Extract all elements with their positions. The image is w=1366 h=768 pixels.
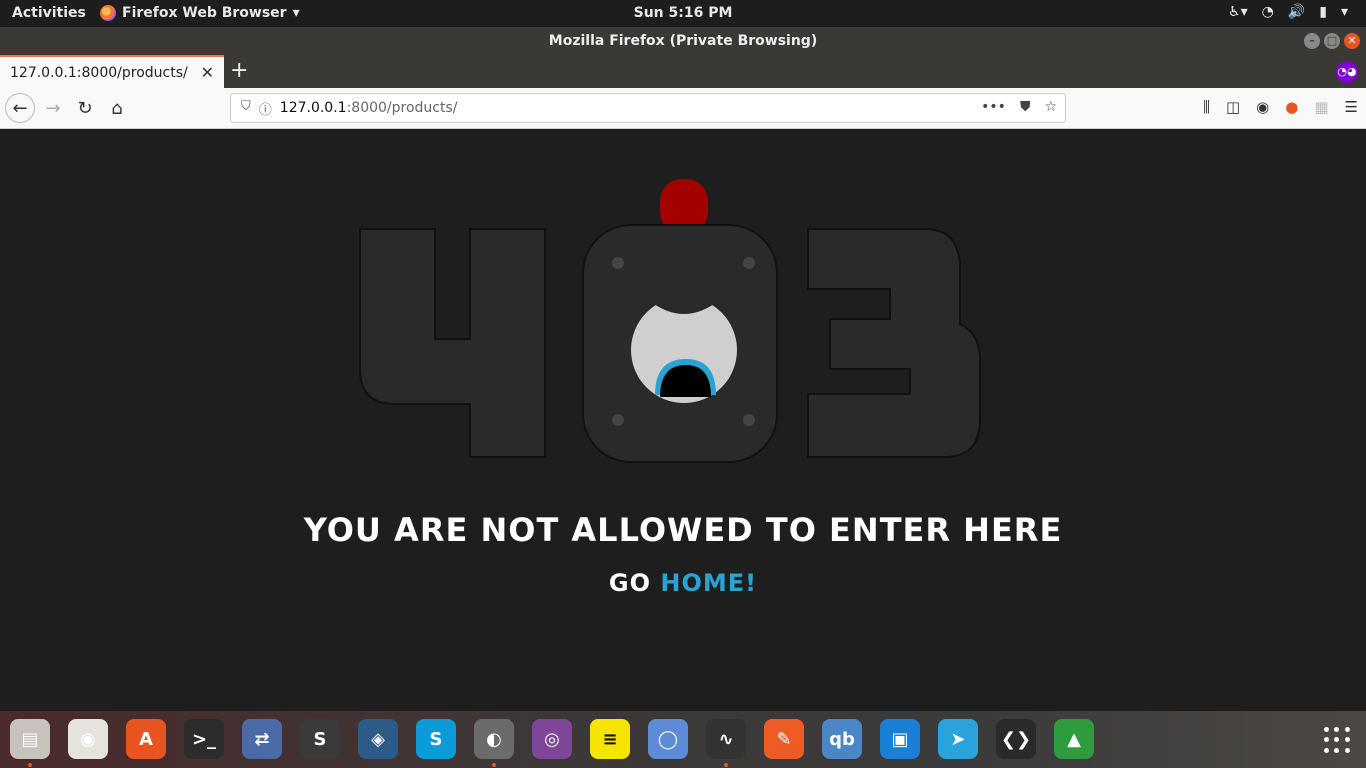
accessibility-icon[interactable]: ♿▾: [1228, 4, 1248, 20]
digit-three: [807, 228, 981, 458]
dock-rocket-icon[interactable]: ▲: [1054, 719, 1094, 759]
url-bar[interactable]: ⛉ ⓘ 127.0.0.1:8000/products/ ••• ⛊ ☆: [230, 93, 1066, 123]
window-title-bar: Mozilla Firefox (Private Browsing) – □ ✕: [0, 27, 1366, 55]
dock-qbittorrent-icon[interactable]: qb: [822, 719, 862, 759]
close-window-button[interactable]: ✕: [1344, 33, 1360, 49]
running-indicator: [724, 763, 728, 767]
url-path: :8000/products/: [346, 100, 458, 116]
grid-dot: [1344, 727, 1350, 732]
dock-tor-icon[interactable]: ◎: [532, 719, 572, 759]
tab-label: 127.0.0.1:8000/products/: [10, 64, 188, 81]
go-home-line: GO HOME!: [0, 569, 1366, 597]
extension-icon[interactable]: ▦: [1314, 98, 1328, 116]
dock-sublime-icon[interactable]: S: [300, 719, 340, 759]
reload-button[interactable]: ↻: [70, 93, 100, 123]
go-prefix: GO: [608, 569, 661, 597]
page-actions-icon[interactable]: •••: [981, 99, 1006, 115]
dock-rhythmbox-icon[interactable]: ◉: [68, 719, 108, 759]
home-link[interactable]: HOME!: [660, 569, 757, 597]
firefox-icon: [100, 5, 116, 21]
dock-postman-icon[interactable]: ✎: [764, 719, 804, 759]
bookmark-star-icon[interactable]: ☆: [1044, 99, 1057, 115]
private-browsing-icon: ◔◕: [1336, 61, 1358, 83]
battery-icon: ▮: [1319, 4, 1327, 20]
close-tab-icon[interactable]: ✕: [201, 63, 214, 82]
running-indicator: [28, 763, 32, 767]
grid-dot: [1334, 747, 1340, 753]
wifi-icon: ◔: [1261, 4, 1274, 20]
dock-terminal-icon[interactable]: >_: [184, 719, 224, 759]
error-403-illustration: [359, 179, 981, 463]
grid-dot: [1334, 727, 1340, 732]
menu-icon[interactable]: ☰: [1345, 98, 1358, 116]
page-content: YOU ARE NOT ALLOWED TO ENTER HERE GO HOM…: [0, 129, 1366, 711]
grid-dot: [1324, 747, 1329, 753]
minimize-button[interactable]: –: [1304, 33, 1320, 49]
show-applications-icon[interactable]: [1324, 727, 1350, 753]
url-host: 127.0.0.1: [279, 100, 347, 116]
error-message: YOU ARE NOT ALLOWED TO ENTER HERE: [303, 511, 1063, 549]
grid-dot: [1334, 737, 1340, 743]
grid-dot: [1324, 727, 1329, 732]
dock: ▤ ◉ A >_ ⇄ S ◈ S ◐ ◎ ≡ ◯ ∿ ✎ qb ▣ ➤ ❮❯ ▲: [0, 711, 1366, 768]
volume-icon: 🔊: [1287, 4, 1306, 20]
home-button[interactable]: ⌂: [102, 93, 132, 123]
shield-icon[interactable]: ⛉: [241, 99, 251, 118]
sidebar-icon[interactable]: ◫: [1226, 98, 1240, 116]
grid-dot: [1324, 737, 1329, 743]
dock-files-icon[interactable]: ▤: [10, 719, 50, 759]
tab-strip: 127.0.0.1:8000/products/ ✕ + ◔◕: [0, 55, 1366, 88]
dock-system-monitor-icon[interactable]: ∿: [706, 719, 746, 759]
dock-skype-icon[interactable]: S: [416, 719, 456, 759]
dock-vscode-icon[interactable]: ❮❯: [996, 719, 1036, 759]
dock-notes-icon[interactable]: ≡: [590, 719, 630, 759]
dock-network-icon[interactable]: ⇄: [242, 719, 282, 759]
pocket-icon[interactable]: ⛊: [1020, 99, 1031, 115]
maximize-button[interactable]: □: [1324, 33, 1340, 49]
activities-button[interactable]: Activities: [12, 5, 86, 21]
window-title: Mozilla Firefox (Private Browsing): [548, 33, 818, 49]
toolbar-right: ⫼ ◫ ◉ ● ▦ ☰: [1203, 98, 1358, 116]
robot-head-zero: [582, 224, 778, 463]
app-menu[interactable]: Firefox Web Browser ▾: [100, 5, 300, 21]
dock-firefox-icon[interactable]: ◐: [474, 719, 514, 759]
clock[interactable]: Sun 5:16 PM: [634, 5, 733, 21]
dock-chromium-icon[interactable]: ◯: [648, 719, 688, 759]
grid-dot: [1344, 747, 1350, 753]
duckduckgo-icon[interactable]: ●: [1285, 98, 1298, 116]
gnome-top-bar: Activities Firefox Web Browser ▾ Sun 5:1…: [0, 0, 1366, 27]
dock-mysql-workbench-icon[interactable]: ◈: [358, 719, 398, 759]
new-tab-button[interactable]: +: [230, 58, 248, 83]
app-menu-label: Firefox Web Browser: [122, 5, 287, 21]
system-tray[interactable]: ♿▾ ◔ 🔊 ▮ ▾: [1228, 4, 1348, 20]
running-indicator: [492, 763, 496, 767]
back-button[interactable]: ←: [5, 93, 35, 123]
digit-four: [359, 228, 546, 458]
info-icon[interactable]: ⓘ: [259, 99, 272, 118]
chevron-down-icon: ▾: [1340, 4, 1348, 20]
tab-products[interactable]: 127.0.0.1:8000/products/ ✕: [0, 55, 224, 88]
library-icon[interactable]: ⫼: [1203, 98, 1210, 116]
forward-button[interactable]: →: [38, 93, 68, 123]
dock-anbox-icon[interactable]: ▣: [880, 719, 920, 759]
grid-dot: [1344, 737, 1350, 743]
chevron-down-icon: ▾: [292, 5, 300, 21]
account-icon[interactable]: ◉: [1256, 98, 1269, 116]
dock-software-icon[interactable]: A: [126, 719, 166, 759]
navigation-bar: ← → ↻ ⌂ ⛉ ⓘ 127.0.0.1:8000/products/ •••…: [0, 88, 1366, 129]
dock-telegram-icon[interactable]: ➤: [938, 719, 978, 759]
